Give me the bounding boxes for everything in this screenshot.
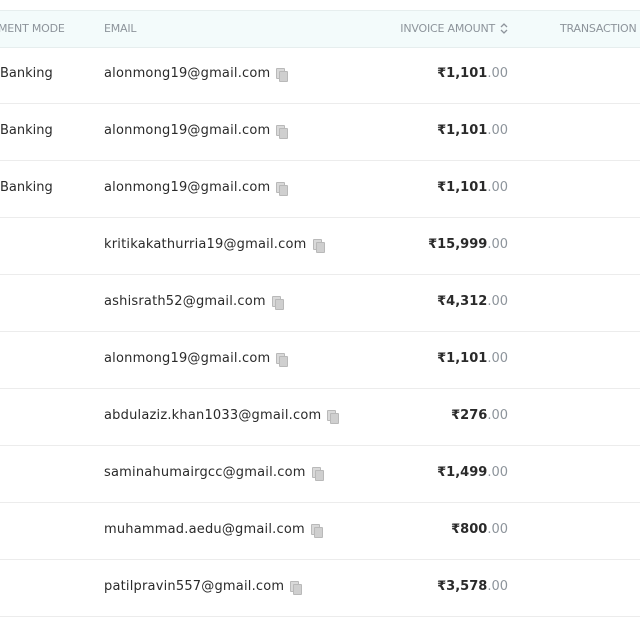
email-text: alonmong19@gmail.com <box>104 351 271 366</box>
amount-whole: ₹1,101 <box>437 123 488 138</box>
payment-mode-cell: Banking <box>0 123 53 138</box>
amount-whole: ₹15,999 <box>428 237 488 252</box>
amount-whole: ₹1,101 <box>437 351 488 366</box>
email-cell: ashisrath52@gmail.com <box>104 294 284 310</box>
amount-whole: ₹276 <box>451 408 488 423</box>
email-cell: muhammad.aedu@gmail.com <box>104 522 323 538</box>
amount-whole: ₹4,312 <box>437 294 488 309</box>
email-text: saminahumairgcc@gmail.com <box>104 465 306 480</box>
email-text: muhammad.aedu@gmail.com <box>104 522 305 537</box>
amount-whole: ₹800 <box>451 522 488 537</box>
email-text: patilpravin557@gmail.com <box>104 579 285 594</box>
invoice-amount-cell: ₹15,999.00 <box>428 237 508 252</box>
email-text: alonmong19@gmail.com <box>104 66 271 81</box>
amount-decimals: .00 <box>487 465 508 480</box>
amount-decimals: .00 <box>487 66 508 81</box>
table-row[interactable]: ashisrath52@gmail.com ₹4,312.00 <box>0 275 640 332</box>
amount-decimals: .00 <box>487 294 508 309</box>
amount-decimals: .00 <box>487 579 508 594</box>
table-row[interactable]: Banking alonmong19@gmail.com ₹1,101.00 <box>0 104 640 161</box>
invoice-amount-cell: ₹1,101.00 <box>437 180 508 195</box>
copy-icon[interactable] <box>327 409 340 424</box>
table-row[interactable]: Banking alonmong19@gmail.com ₹1,101.00 <box>0 161 640 218</box>
header-transaction[interactable]: TRANSACTION A <box>560 22 640 35</box>
copy-icon[interactable] <box>310 523 323 538</box>
sort-updown-icon <box>500 23 508 34</box>
amount-decimals: .00 <box>487 237 508 252</box>
table-row[interactable]: kritikakathurria19@gmail.com ₹15,999.00 <box>0 218 640 275</box>
invoice-amount-cell: ₹3,578.00 <box>437 579 508 594</box>
header-invoice-amount-label: INVOICE AMOUNT <box>400 22 495 35</box>
email-text: abdulaziz.khan1033@gmail.com <box>104 408 322 423</box>
email-cell: saminahumairgcc@gmail.com <box>104 465 324 481</box>
email-cell: alonmong19@gmail.com <box>104 351 289 367</box>
amount-decimals: .00 <box>487 180 508 195</box>
table-row[interactable]: Banking alonmong19@gmail.com ₹1,101.00 <box>0 47 640 104</box>
header-invoice-amount[interactable]: INVOICE AMOUNT <box>400 22 508 35</box>
amount-decimals: .00 <box>487 522 508 537</box>
header-payment-mode[interactable]: MENT MODE <box>0 22 65 35</box>
copy-icon[interactable] <box>276 67 289 82</box>
amount-whole: ₹1,101 <box>437 66 488 81</box>
table-row[interactable]: abdulaziz.khan1033@gmail.com ₹276.00 <box>0 389 640 446</box>
amount-decimals: .00 <box>487 123 508 138</box>
email-text: alonmong19@gmail.com <box>104 123 271 138</box>
table-row[interactable]: alonmong19@gmail.com ₹1,101.00 <box>0 332 640 389</box>
invoice-amount-cell: ₹1,101.00 <box>437 66 508 81</box>
invoice-amount-cell: ₹800.00 <box>451 522 508 537</box>
email-text: kritikakathurria19@gmail.com <box>104 237 307 252</box>
amount-decimals: .00 <box>487 408 508 423</box>
table-row[interactable]: muhammad.aedu@gmail.com ₹800.00 <box>0 503 640 560</box>
table-header: MENT MODE EMAIL INVOICE AMOUNT TRANSACTI… <box>0 10 640 48</box>
invoice-amount-cell: ₹4,312.00 <box>437 294 508 309</box>
email-text: alonmong19@gmail.com <box>104 180 271 195</box>
invoice-amount-cell: ₹276.00 <box>451 408 508 423</box>
amount-whole: ₹1,499 <box>437 465 488 480</box>
invoice-amount-cell: ₹1,101.00 <box>437 123 508 138</box>
amount-decimals: .00 <box>487 351 508 366</box>
amount-whole: ₹1,101 <box>437 180 488 195</box>
copy-icon[interactable] <box>276 181 289 196</box>
copy-icon[interactable] <box>276 124 289 139</box>
invoice-amount-cell: ₹1,101.00 <box>437 351 508 366</box>
payment-mode-cell: Banking <box>0 66 53 81</box>
copy-icon[interactable] <box>312 238 325 253</box>
email-cell: abdulaziz.khan1033@gmail.com <box>104 408 340 424</box>
copy-icon[interactable] <box>311 466 324 481</box>
copy-icon[interactable] <box>271 295 284 310</box>
email-cell: alonmong19@gmail.com <box>104 123 289 139</box>
table-row[interactable]: patilpravin557@gmail.com ₹3,578.00 <box>0 560 640 617</box>
email-cell: kritikakathurria19@gmail.com <box>104 237 325 253</box>
header-email[interactable]: EMAIL <box>104 22 137 35</box>
payment-mode-cell: Banking <box>0 180 53 195</box>
email-text: ashisrath52@gmail.com <box>104 294 266 309</box>
email-cell: alonmong19@gmail.com <box>104 66 289 82</box>
copy-icon[interactable] <box>276 352 289 367</box>
copy-icon[interactable] <box>290 580 303 595</box>
table-row[interactable]: saminahumairgcc@gmail.com ₹1,499.00 <box>0 446 640 503</box>
email-cell: patilpravin557@gmail.com <box>104 579 303 595</box>
email-cell: alonmong19@gmail.com <box>104 180 289 196</box>
sort-icon[interactable] <box>500 23 508 34</box>
amount-whole: ₹3,578 <box>437 579 488 594</box>
invoice-amount-cell: ₹1,499.00 <box>437 465 508 480</box>
